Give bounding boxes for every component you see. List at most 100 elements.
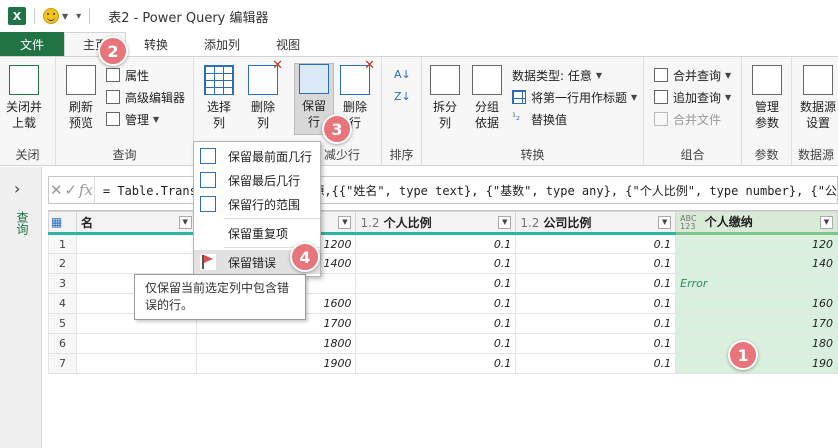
cell-company-ratio[interactable]: 0.1 xyxy=(515,293,677,314)
cell-base[interactable]: 1900 xyxy=(195,353,357,374)
group-parameters: 管理 参数 参数 xyxy=(742,57,792,165)
queries-pane-label[interactable]: 查询 xyxy=(14,211,31,235)
manage-button[interactable]: 管理 ▼ xyxy=(106,109,159,129)
table-row[interactable]: 7 1900 0.1 0.1 190 xyxy=(48,353,838,374)
filter-dropdown-icon[interactable]: ▼ xyxy=(178,216,192,229)
cell-personal-payment[interactable]: 170 xyxy=(675,313,838,334)
remove-columns-button[interactable]: 删除 列 xyxy=(248,58,283,131)
column-header-personal-payment[interactable]: ABC 123 个人缴纳 ▼ xyxy=(675,211,838,235)
merge-queries-button[interactable]: 合并查询 ▼ xyxy=(654,65,731,85)
data-grid: ▦ 名 ▼ ▼ 1.2 个人比例 ▼ 1.2 公司比例 ▼ ABC 123 个人… xyxy=(48,210,838,448)
cell-personal-ratio[interactable]: 0.1 xyxy=(355,233,517,254)
manage-parameters-icon xyxy=(752,65,782,95)
close-and-load-icon xyxy=(9,65,39,95)
cell-personal-ratio[interactable]: 0.1 xyxy=(355,273,517,294)
cancel-formula-icon[interactable]: ✕ xyxy=(50,181,63,199)
tab-file[interactable]: 文件 xyxy=(0,32,65,56)
callout-badge-3: 3 xyxy=(322,114,352,144)
cell-personal-ratio[interactable]: 0.1 xyxy=(355,253,517,274)
menu-item-keep-bottom-rows[interactable]: 保留最后几行 xyxy=(194,168,320,192)
sort-descending-button[interactable]: Z↓ xyxy=(394,87,413,107)
sort-ascending-button[interactable]: A↓ xyxy=(394,65,413,85)
cell-name[interactable] xyxy=(75,233,197,254)
cell-company-ratio[interactable]: 0.1 xyxy=(515,353,677,374)
combine-files-button[interactable]: 合并文件 xyxy=(654,109,721,129)
cell-company-ratio[interactable]: 0.1 xyxy=(515,333,677,354)
fx-icon[interactable]: fx xyxy=(79,181,93,199)
cell-name[interactable] xyxy=(75,333,197,354)
append-queries-button[interactable]: 追加查询 ▼ xyxy=(654,87,731,107)
datasource-settings-button[interactable]: 数据源 设置 xyxy=(800,65,836,131)
chevron-down-icon[interactable]: ▼ xyxy=(62,12,68,21)
use-first-row-button[interactable]: 将第一行用作标题 ▼ xyxy=(512,87,637,107)
group-transform: 拆分 列 分组 依据 数据类型: 任意 ▼ 将第一行用作标题 ▼ ¹₂ 替换值 … xyxy=(422,57,644,165)
data-type-dropdown[interactable]: 数据类型: 任意 ▼ xyxy=(512,65,602,85)
table-menu-header[interactable]: ▦ xyxy=(48,211,77,235)
cell-personal-ratio[interactable]: 0.1 xyxy=(355,293,517,314)
menu-item-keep-range-of-rows[interactable]: 保留行的范围 xyxy=(194,192,320,216)
tab-add-column[interactable]: 添加列 xyxy=(186,32,258,56)
column-header-personal-ratio[interactable]: 1.2 个人比例 ▼ xyxy=(355,211,517,235)
cell-personal-payment[interactable]: Error xyxy=(675,273,838,294)
confirm-formula-icon[interactable]: ✓ xyxy=(64,181,77,199)
remove-rows-icon xyxy=(340,58,375,95)
cell-company-ratio[interactable]: 0.1 xyxy=(515,233,677,254)
split-column-icon xyxy=(430,65,460,95)
sort-descending-icon: Z↓ xyxy=(394,90,411,103)
tab-view[interactable]: 视图 xyxy=(258,32,318,56)
excel-logo-icon: X xyxy=(8,7,26,25)
row-number[interactable]: 2 xyxy=(48,253,77,274)
split-column-button[interactable]: 拆分 列 xyxy=(430,65,460,131)
cell-company-ratio[interactable]: 0.1 xyxy=(515,253,677,274)
group-combine: 合并查询 ▼ 追加查询 ▼ 合并文件 组合 xyxy=(644,57,742,165)
cell-personal-ratio[interactable]: 0.1 xyxy=(355,313,517,334)
refresh-preview-button[interactable]: 刷新 预览 xyxy=(66,65,96,131)
filter-dropdown-icon[interactable]: ▼ xyxy=(658,216,672,229)
queries-pane: › 查询 xyxy=(0,167,42,448)
cell-personal-payment[interactable]: 120 xyxy=(675,233,838,254)
choose-columns-icon xyxy=(204,65,234,95)
cell-company-ratio[interactable]: 0.1 xyxy=(515,273,677,294)
error-flag-icon xyxy=(200,254,216,270)
cell-base[interactable]: 1800 xyxy=(195,333,357,354)
row-number[interactable]: 4 xyxy=(48,293,77,314)
tab-transform[interactable]: 转换 xyxy=(126,32,186,56)
filter-dropdown-icon[interactable]: ▼ xyxy=(338,216,352,229)
row-number[interactable]: 6 xyxy=(48,333,77,354)
row-number[interactable]: 7 xyxy=(48,353,77,374)
quick-access-customize-icon[interactable]: ▾ xyxy=(76,11,81,22)
cell-company-ratio[interactable]: 0.1 xyxy=(515,313,677,334)
table-row[interactable]: 2 1400 0.1 0.1 140 xyxy=(48,253,838,274)
table-row[interactable]: 6 1800 0.1 0.1 180 xyxy=(48,333,838,354)
expand-pane-chevron-icon[interactable]: › xyxy=(14,179,20,198)
cell-personal-ratio[interactable]: 0.1 xyxy=(355,333,517,354)
cell-personal-ratio[interactable]: 0.1 xyxy=(355,353,517,374)
filter-dropdown-icon[interactable]: ▼ xyxy=(498,216,512,229)
title-bar: X ▼ ▾ 表2 - Power Query 编辑器 xyxy=(0,0,838,32)
choose-columns-button[interactable]: 选择 列 xyxy=(204,65,234,131)
group-by-icon xyxy=(472,65,502,95)
keep-errors-tooltip: 仅保留当前选定列中包含错误的行。 xyxy=(134,274,306,320)
cell-personal-payment[interactable]: 140 xyxy=(675,253,838,274)
filter-dropdown-icon[interactable]: ▼ xyxy=(820,216,833,229)
group-by-button[interactable]: 分组 依据 xyxy=(472,65,502,131)
column-header-name[interactable]: 名 ▼ xyxy=(75,211,197,235)
row-number[interactable]: 1 xyxy=(48,233,77,254)
chevron-down-icon: ▼ xyxy=(725,92,732,102)
replace-values-button[interactable]: ¹₂ 替换值 xyxy=(512,109,567,129)
properties-button[interactable]: 属性 xyxy=(106,65,149,85)
row-number[interactable]: 5 xyxy=(48,313,77,334)
smiley-feedback-icon[interactable] xyxy=(43,8,59,24)
menu-item-keep-top-rows[interactable]: 保留最前面几行 xyxy=(194,144,320,168)
manage-parameters-button[interactable]: 管理 参数 xyxy=(752,65,782,131)
cell-name[interactable] xyxy=(75,353,197,374)
table-row[interactable]: 1 1200 0.1 0.1 120 xyxy=(48,233,838,254)
group-query: 刷新 预览 属性 高级编辑器 管理 ▼ 查询 xyxy=(56,57,194,165)
cell-personal-payment[interactable]: 160 xyxy=(675,293,838,314)
row-number[interactable]: 3 xyxy=(48,273,77,294)
column-header-company-ratio[interactable]: 1.2 公司比例 ▼ xyxy=(515,211,677,235)
close-and-load-button[interactable]: 关闭并 上载 xyxy=(6,65,42,131)
advanced-editor-button[interactable]: 高级编辑器 xyxy=(106,87,185,107)
cell-name[interactable] xyxy=(75,253,197,274)
ribbon: 关闭并 上载 关闭 刷新 预览 属性 高级编辑器 管理 ▼ 查询 选择 列 ✕ … xyxy=(0,56,838,166)
